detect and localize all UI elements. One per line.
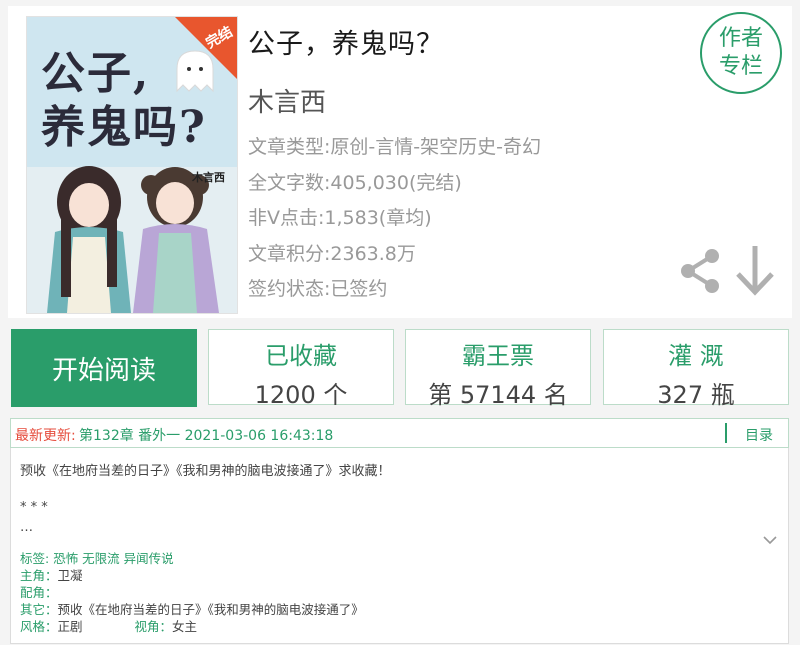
tag-list[interactable]: 恐怖 无限流 异闻传说 [53, 551, 173, 566]
description-line: 预收《在地府当差的日子》《我和男神的脑电波接通了》求收藏！ [20, 464, 391, 479]
overlord-ticket-label: 霸王票 [462, 342, 534, 370]
description-panel: 预收《在地府当差的日子》《我和男神的脑电波接通了》求收藏！ * * * … 标签… [10, 448, 789, 644]
action-button-row: 开始阅读 已收藏 1200 个 霸王票 第 57144 名 灌 溉 327 瓶 [11, 329, 791, 409]
info-sign-status: 签约状态:已签约 [248, 278, 388, 300]
book-info-list: 文章类型:原创-言情-架空历史-奇幻 全文字数:405,030(完结) 非Ⅴ点击… [248, 130, 541, 308]
author-name[interactable]: 木言西 [248, 82, 326, 119]
author-column-button[interactable]: 作者 专栏 [700, 12, 782, 94]
latest-update-bar: 最新更新: 第132章 番外一 2021-03-06 16:43:18 目录 [10, 418, 789, 448]
chevron-down-icon[interactable] [762, 534, 778, 546]
info-word-count: 全文字数:405,030(完结) [248, 171, 462, 194]
irrigate-count: 327 瓶 [657, 381, 735, 409]
meta-style-pov: 风格：正剧 视角：女主 [20, 619, 198, 634]
divider [725, 423, 727, 443]
description-ellipsis: … [20, 520, 33, 535]
book-cover[interactable]: 公子, 养鬼吗? 完结 木言西 [26, 16, 238, 314]
latest-update-link[interactable]: 第132章 番外一 2021-03-06 16:43:18 [79, 425, 333, 445]
book-header-card: 公子, 养鬼吗? 完结 木言西 公子，养鬼吗？ 木言西 文章类型:原创-言情-架… [8, 6, 792, 318]
info-genre: 文章类型:原创-言情-架空历史-奇幻 [248, 136, 541, 158]
collect-label: 已收藏 [265, 342, 337, 370]
irrigate-label: 灌 溉 [668, 342, 724, 370]
collect-button[interactable]: 已收藏 1200 个 [208, 329, 394, 409]
download-icon[interactable] [734, 242, 776, 298]
info-clicks: 非Ⅴ点击:1,583(章均) [248, 207, 432, 229]
overlord-ticket-button[interactable]: 霸王票 第 57144 名 [405, 329, 591, 409]
latest-update-label: 最新更新: [15, 428, 76, 444]
table-of-contents-link[interactable]: 目录 [745, 425, 773, 445]
overlord-ticket-rank: 第 57144 名 [428, 381, 568, 409]
book-title: 公子，养鬼吗？ [248, 29, 444, 60]
info-score: 文章积分:2363.8万 [248, 242, 416, 265]
description-separator: * * * [20, 500, 48, 515]
collect-count: 1200 个 [254, 381, 348, 409]
cover-author-signature: 木言西 [192, 171, 225, 184]
author-column-label: 作者 专栏 [718, 26, 763, 79]
share-icon[interactable] [676, 244, 724, 298]
completed-badge: 完结 [175, 17, 237, 79]
irrigate-button[interactable]: 灌 溉 327 瓶 [603, 329, 789, 409]
start-reading-button[interactable]: 开始阅读 [11, 329, 197, 407]
